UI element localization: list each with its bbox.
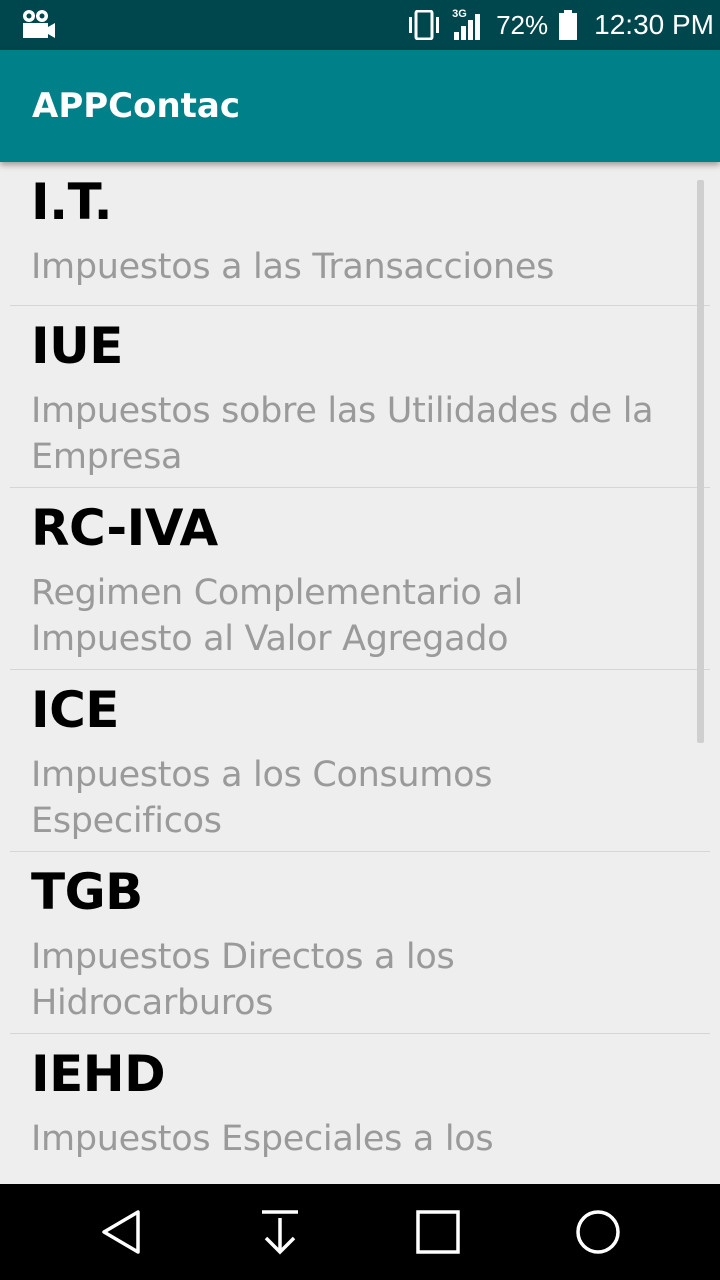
app-title: APPContac [32, 86, 241, 126]
list-item[interactable]: TGB Impuestos Directos a los Hidrocarbur… [10, 852, 710, 1034]
item-title: TGB [31, 863, 143, 921]
signal-indicator: 3G [452, 8, 486, 40]
battery-icon [559, 10, 578, 40]
item-title: IUE [31, 317, 123, 375]
download-arrow-icon[interactable] [256, 1208, 304, 1256]
item-title: IEHD [31, 1045, 166, 1103]
item-title: RC-IVA [31, 499, 218, 557]
navigation-bar [0, 1184, 720, 1280]
back-triangle-icon[interactable] [98, 1208, 146, 1256]
item-subtitle: Regimen Complementario al Impuesto al Va… [31, 573, 523, 659]
signal-icon [454, 14, 481, 40]
tax-list[interactable]: I.T. Impuestos a las Transacciones IUE I… [0, 162, 720, 1184]
clock: 12:30 PM [594, 9, 714, 40]
list-scrollbar[interactable] [697, 180, 704, 743]
status-bar: 3G 72% 12:30 PM [0, 0, 720, 50]
list-item[interactable]: IEHD Impuestos Especiales a los [10, 1034, 710, 1184]
item-subtitle: Impuestos Directos a los Hidrocarburos [31, 937, 455, 1023]
video-camera-icon [23, 10, 55, 38]
square-recents-icon[interactable] [414, 1208, 462, 1256]
item-subtitle: Impuestos a los Consumos Especificos [31, 755, 493, 841]
item-title: I.T. [31, 173, 113, 231]
item-subtitle: Impuestos a las Transacciones [31, 247, 554, 287]
battery-percent: 72% [496, 9, 549, 40]
list-item[interactable]: ICE Impuestos a los Consumos Especificos [10, 670, 710, 852]
vibrate-icon [409, 10, 440, 40]
list-item[interactable]: IUE Impuestos sobre las Utilidades de la… [10, 306, 710, 488]
app-bar: APPContac [0, 50, 720, 162]
item-subtitle: Impuestos sobre las Utilidades de la Emp… [31, 391, 654, 477]
list-item[interactable]: I.T. Impuestos a las Transacciones [10, 162, 710, 306]
item-subtitle: Impuestos Especiales a los [31, 1119, 494, 1159]
circle-home-icon[interactable] [574, 1208, 622, 1256]
list-item[interactable]: RC-IVA Regimen Complementario al Impuest… [10, 488, 710, 670]
item-title: ICE [31, 681, 119, 739]
